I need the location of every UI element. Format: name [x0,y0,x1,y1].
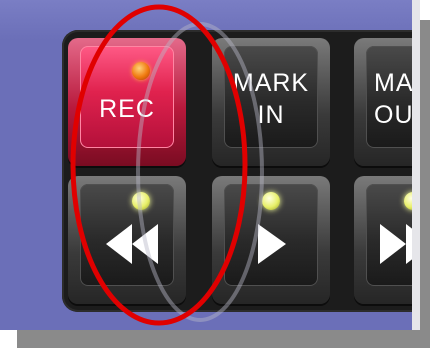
highlight-outline [70,4,248,326]
annotation-overlay [70,4,264,326]
control-panel-photo: REC MARK IN MAR OU [0,0,420,330]
